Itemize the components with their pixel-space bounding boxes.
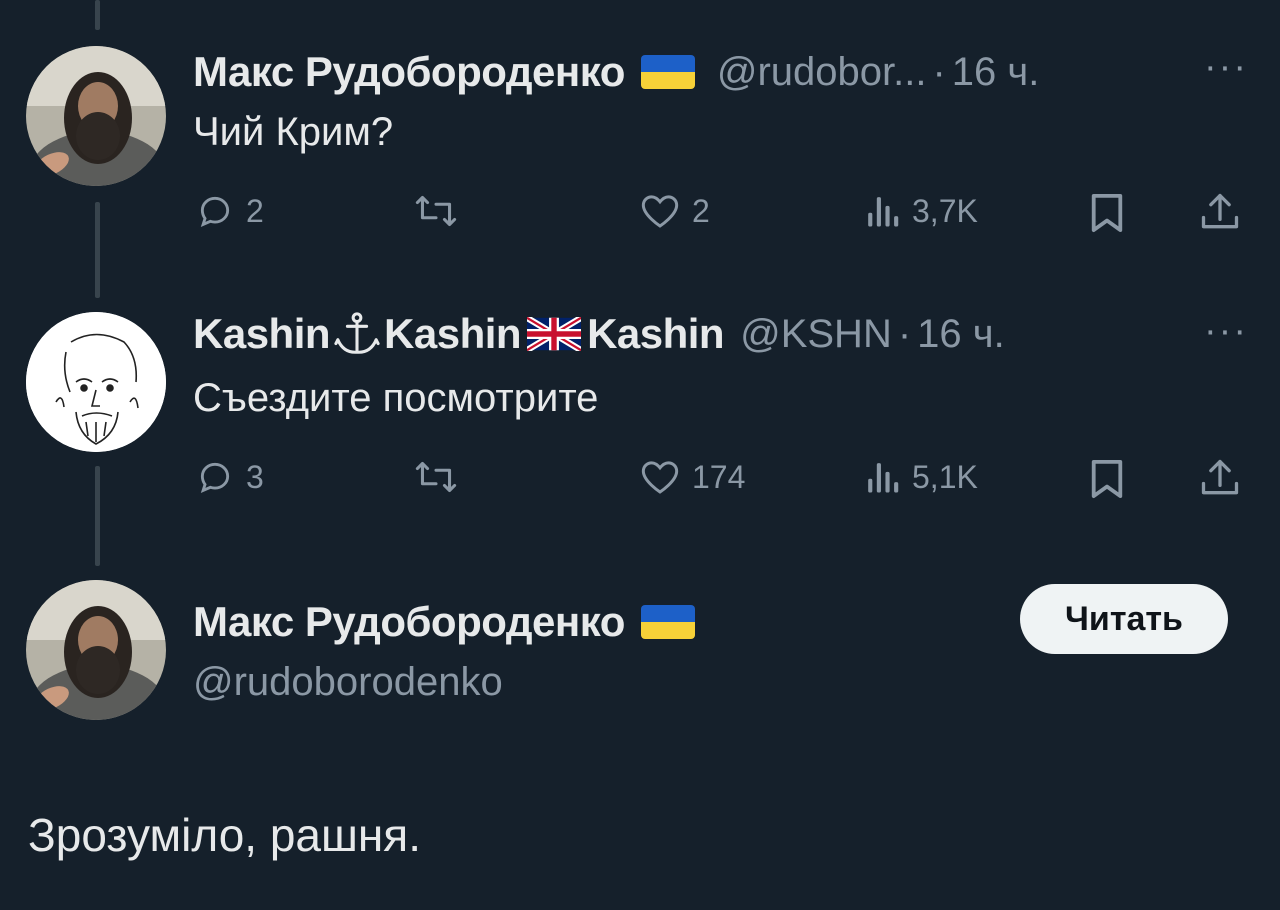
avatar[interactable] [26,46,166,186]
reply-icon [200,462,230,494]
tweet-time[interactable]: 16 ч. [952,50,1040,95]
like-button[interactable]: 174 [640,458,745,496]
tweet-header: Макс Рудобороденко @rudobor... · 16 ч. [193,44,1039,100]
author-name[interactable]: Макс Рудобороденко [193,598,625,646]
like-icon [641,461,679,494]
separator-dot: · [897,311,912,356]
bookmark-button[interactable] [1088,192,1126,234]
share-button[interactable] [1198,456,1242,500]
tweet-header: Kashin Kashin Kashin @KSHN · 16 ч. [193,306,1005,362]
tweet-text: Съездите посмотрите [193,376,599,420]
follow-button[interactable]: Читать [1020,584,1228,654]
reply-count: 2 [246,192,264,229]
main-tweet-header: Макс Рудобороденко [193,594,695,650]
views-icon [868,463,899,493]
repost-button[interactable] [414,192,470,230]
share-button[interactable] [1198,190,1242,234]
like-icon [641,195,679,228]
views-button[interactable]: 3,7K [864,192,978,230]
tweet-time[interactable]: 16 ч. [917,312,1005,357]
separator-dot: · [932,49,946,94]
author-name-part[interactable]: Kashin [587,310,725,358]
main-tweet-text: Зрозуміло, рашня. [28,809,421,861]
author-handle[interactable]: @KSHN [740,312,892,357]
tweet-text: Чий Крим? [193,110,394,154]
author-name-part[interactable]: Kashin [193,310,331,358]
views-count: 5,1K [912,458,978,495]
bookmark-button[interactable] [1088,458,1126,500]
like-count: 174 [692,458,746,495]
author-handle[interactable]: @rudobor... [717,50,927,95]
thread-line-1 [95,202,100,298]
thread-line-2 [95,466,100,566]
repost-button[interactable] [414,458,470,496]
anchor-icon [334,312,380,354]
bookmark-icon [1091,194,1123,232]
avatar[interactable] [26,312,166,452]
reply-button[interactable]: 2 [196,192,264,230]
reply-icon [200,196,230,228]
reply-button[interactable]: 3 [196,458,264,496]
ukraine-flag-icon [640,55,695,89]
author-name[interactable]: Макс Рудобороденко [193,48,625,96]
views-icon [868,197,899,227]
share-icon [1201,193,1239,229]
more-options-button[interactable]: ··· [1204,46,1248,89]
views-button[interactable]: 5,1K [864,458,978,496]
like-count: 2 [692,192,710,229]
avatar[interactable] [26,580,166,720]
uk-flag-icon [527,317,582,351]
repost-icon [415,461,457,493]
views-count: 3,7K [912,192,978,229]
author-name-part[interactable]: Kashin [384,310,522,358]
repost-icon [415,195,457,227]
share-icon [1201,459,1239,495]
bookmark-icon [1091,460,1123,498]
reply-count: 3 [246,458,264,495]
thread-line-top [95,0,100,30]
more-options-button[interactable]: ··· [1204,310,1248,353]
like-button[interactable]: 2 [640,192,710,230]
ukraine-flag-icon [640,605,695,639]
author-handle[interactable]: @rudoborodenko [193,660,503,705]
